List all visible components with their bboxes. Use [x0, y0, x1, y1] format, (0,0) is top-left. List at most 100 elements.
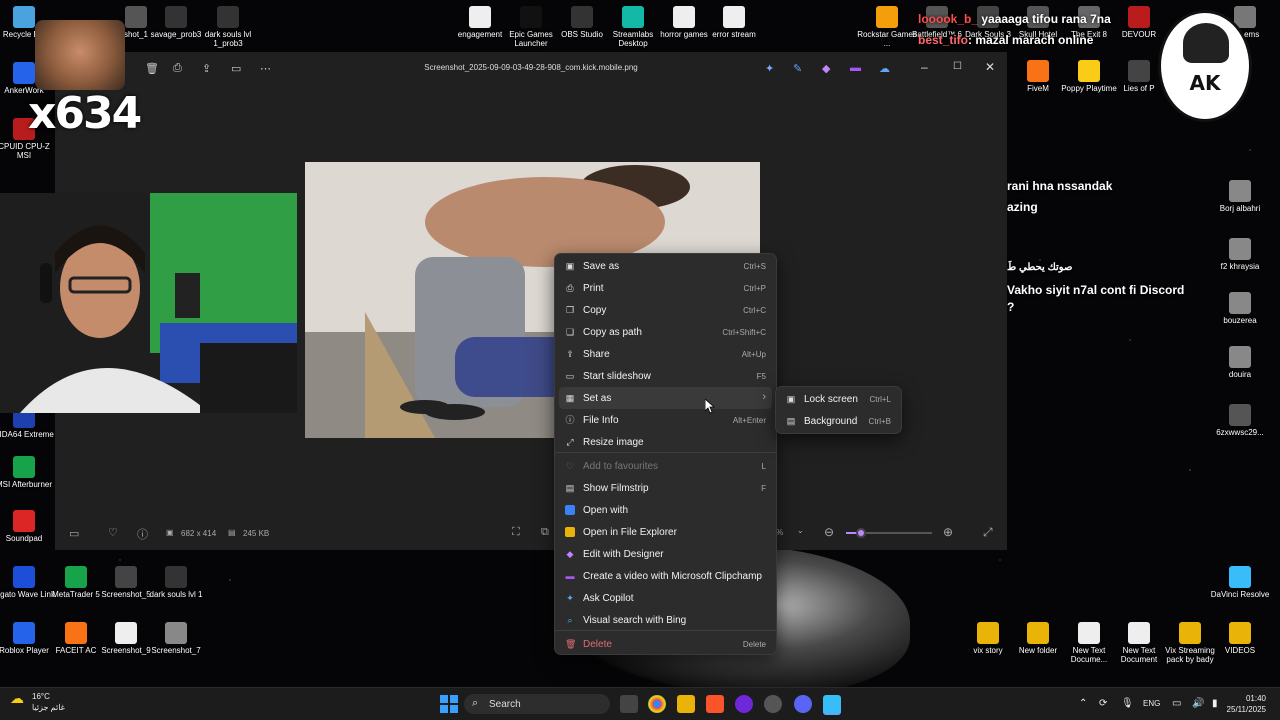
menu-item-start-slideshow[interactable]: ▭ Start slideshow F5 [559, 365, 772, 387]
microphone-icon[interactable]: 🎙 [1121, 698, 1134, 709]
douira-icon [1229, 346, 1251, 368]
desktop-icon-soundpad[interactable]: Soundpad [0, 510, 56, 543]
menu-item-edit-with-designer[interactable]: ◆ Edit with Designer [559, 543, 772, 565]
desktop-icon-screenshot-7[interactable]: Screenshot_7 [144, 622, 208, 655]
task-view-icon[interactable] [620, 695, 638, 713]
menu-item-file-info[interactable]: ⓘ File Info Alt+Enter [559, 409, 772, 431]
filesize-icon: ▤ [228, 528, 236, 537]
copilot-toolbar-icon[interactable]: ✦ [765, 62, 774, 75]
desktop-icon-f2-khraysia[interactable]: f2 khraysia [1208, 238, 1272, 271]
language-indicator[interactable]: ENG [1143, 699, 1160, 708]
menu-item-share[interactable]: ⇪ Share Alt+Up [559, 343, 772, 365]
menu-item-show-filmstrip[interactable]: ▤ Show Filmstrip F [559, 477, 772, 499]
desktop-icon-6zxwwsc29[interactable]: 6zxwwsc29... [1208, 404, 1272, 437]
network-icon[interactable]: ▭ [1172, 698, 1181, 709]
brave-taskbar-icon[interactable] [706, 695, 724, 713]
minimize-icon[interactable]: – [921, 60, 928, 74]
menu-item-label: Open with [583, 505, 629, 516]
clipchamp-toolbar-icon[interactable]: ▬ [850, 62, 861, 74]
desktop-icon-borj-albahri[interactable]: Borj albahri [1208, 180, 1272, 213]
menu-item-resize-image[interactable]: ⤢ Resize image [559, 431, 772, 453]
discord-taskbar-icon[interactable] [794, 695, 812, 713]
desktop-icon-douira[interactable]: douira [1208, 346, 1272, 379]
zoom-dropdown-icon[interactable]: ⌄ [797, 526, 804, 535]
desktop-icon-bouzerea[interactable]: bouzerea [1208, 292, 1272, 325]
desktop-icon-dark-souls-lvl-1[interactable]: dark souls lvl 1 [144, 566, 208, 599]
desktop-icon-label: error stream [712, 30, 756, 39]
explorer-icon [565, 527, 575, 537]
menu-item-shortcut: Ctrl+S [743, 262, 766, 271]
file-info-icon[interactable]: ⓘ [137, 526, 148, 542]
menu-item-shortcut: L [761, 462, 766, 471]
desktop-icon-error-stream[interactable]: error stream [702, 6, 766, 39]
favourite-icon[interactable]: ♡ [108, 526, 118, 539]
close-icon[interactable]: ✕ [985, 60, 995, 74]
edit-toolbar-icon[interactable]: ✎ [793, 62, 802, 75]
menu-item-shortcut: Ctrl+Shift+C [722, 328, 766, 337]
menu-item-label: Print [583, 283, 604, 294]
file-size: 245 KB [243, 529, 270, 538]
filmstrip-icon: ▤ [565, 483, 575, 493]
desktop-icon-videos[interactable]: VIDEOS [1208, 622, 1272, 655]
zoom-slider-thumb[interactable] [856, 528, 866, 538]
battery-icon[interactable]: ▮ [1212, 698, 1218, 709]
desktop-icon-devour[interactable]: DEVOUR [1107, 6, 1171, 39]
photos-taskbar-icon[interactable] [823, 695, 841, 715]
chat-line-2: best_tifo: mazal marach online [918, 33, 1094, 47]
zoom-out-icon[interactable]: ⊖ [824, 525, 834, 539]
menu-item-open-with[interactable]: Open with [559, 499, 772, 521]
chrome-taskbar-icon[interactable] [648, 695, 666, 713]
volume-icon[interactable]: 🔊 [1192, 698, 1204, 709]
menu-item-open-in-file-explorer[interactable]: Open in File Explorer [559, 521, 772, 543]
menu-item-ask-copilot[interactable]: ✦ Ask Copilot [559, 587, 772, 609]
maximize-icon[interactable]: ☐ [953, 61, 962, 72]
menu-item-shortcut: Alt+Enter [732, 416, 766, 425]
filmstrip-toggle-icon[interactable]: ▭ [69, 527, 79, 540]
menu-item-background[interactable]: ▤ Background Ctrl+B [780, 410, 897, 432]
error-stream-icon [723, 6, 745, 28]
desktop-icon-label: bouzerea [1223, 316, 1257, 325]
menu-item-lock-screen[interactable]: ▣ Lock screen Ctrl+L [780, 388, 897, 410]
menu-item-label: Share [583, 349, 610, 360]
dimensions-icon: ▣ [166, 528, 174, 537]
taskbar-search[interactable]: ⌕ Search [464, 694, 610, 714]
menu-item-shortcut: Delete [742, 640, 766, 649]
new-text-document-icon [1128, 622, 1150, 644]
elgato-wave-link-icon [13, 566, 35, 588]
menu-item-copy[interactable]: ❐ Copy Ctrl+C [559, 299, 772, 321]
menu-item-visual-search-with-bing[interactable]: ⌕ Visual search with Bing [559, 609, 772, 631]
menu-item-copy-as-path[interactable]: ❏ Copy as path Ctrl+Shift+C [559, 321, 772, 343]
set-as-submenu: ▣ Lock screen Ctrl+L ▤ Background Ctrl+B [775, 386, 902, 434]
app-taskbar-icon[interactable] [735, 695, 753, 713]
fit-icon[interactable]: ⛶ [512, 526, 520, 539]
menu-item-create-a-video-with-microsoft-clipchamp[interactable]: ▬ Create a video with Microsoft Clipchamp [559, 565, 772, 587]
menu-item-shortcut: Alt+Up [741, 350, 766, 359]
search-icon: ⌕ [472, 697, 479, 709]
zoom-in-icon[interactable]: ⊕ [943, 525, 953, 539]
zoom-percent[interactable]: % [776, 528, 783, 537]
tray-overflow-icon[interactable]: ⌃ [1079, 698, 1087, 709]
desktop-icon-davinci-resolve[interactable]: DaVinci Resolve [1208, 566, 1272, 599]
designer-toolbar-icon[interactable]: ◆ [822, 62, 830, 75]
tray-app-icon[interactable]: ⟳ [1099, 698, 1107, 709]
desktop-icon-dark-souls-lvl-1-prob3[interactable]: dark souls lvl 1_prob3 [196, 6, 260, 48]
menu-item-print[interactable]: ⎙ Print Ctrl+P [559, 277, 772, 299]
fullscreen-icon[interactable]: ⤢ [983, 525, 993, 540]
new-folder-icon [1027, 622, 1049, 644]
menu-item-delete[interactable]: 🗑 Delete Delete [559, 633, 772, 655]
file-explorer-taskbar-icon[interactable] [677, 695, 695, 713]
desktop-icon-msi-afterburner[interactable]: MSI Afterburner [0, 456, 56, 489]
menu-item-set-as[interactable]: ▦ Set as › [559, 387, 772, 409]
clock[interactable]: 01:40 25/11/2025 [1227, 693, 1266, 715]
crop-icon[interactable]: ⧉ [541, 526, 549, 539]
menu-item-save-as[interactable]: ▣ Save as Ctrl+S [559, 255, 772, 277]
settings-taskbar-icon[interactable] [764, 695, 782, 713]
onedrive-toolbar-icon[interactable]: ☁ [879, 62, 890, 75]
zoom-slider[interactable] [846, 528, 932, 538]
copy-path-icon: ❏ [565, 327, 575, 337]
dark-souls-lvl-1-prob3-icon [217, 6, 239, 28]
weather-widget[interactable]: ☁ 16°C غائم جزئيا [10, 691, 65, 713]
start-button[interactable] [440, 695, 458, 713]
desktop-icon-label: Borj albahri [1219, 204, 1261, 213]
menu-item-label: File Info [583, 415, 619, 426]
